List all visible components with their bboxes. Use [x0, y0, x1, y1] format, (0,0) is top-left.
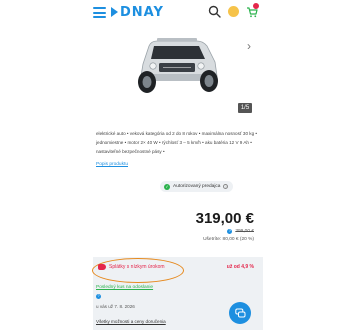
- check-icon: ✓: [164, 183, 170, 190]
- product-description-link[interactable]: Popis produktu: [96, 162, 128, 167]
- gallery-counter: 1/5: [238, 103, 252, 113]
- price-current: 319,00 €: [195, 210, 254, 227]
- piggy-bank-icon: [98, 264, 106, 270]
- price-savings: Ušetríte: 80,00 € (20 %): [203, 237, 254, 242]
- delivery-options-link[interactable]: Všetky možnosti a ceny doručenia: [96, 319, 166, 324]
- chat-button[interactable]: [229, 302, 251, 324]
- installments-link[interactable]: Splátky s nízkym úrokom: [109, 264, 165, 270]
- menu-icon[interactable]: [93, 7, 106, 18]
- logo[interactable]: DNAY: [111, 4, 164, 21]
- logo-text: DNAY: [120, 5, 164, 20]
- logo-arrow-icon: [111, 6, 118, 17]
- product-image: [138, 38, 218, 93]
- product-description: elektrické auto • veková kategória od 2 …: [96, 131, 258, 155]
- search-icon[interactable]: [208, 5, 221, 18]
- info-icon[interactable]: i: [223, 184, 229, 189]
- chat-icon: [234, 308, 245, 317]
- highlight-oval: [92, 258, 184, 283]
- cart-badge: [253, 3, 259, 9]
- installments-rate: už od 4,9 %: [226, 264, 254, 270]
- stock-status-link[interactable]: Posledný kus na odoslanie: [96, 285, 153, 290]
- price-old: 399,00 €: [235, 229, 254, 234]
- gallery-next-button[interactable]: ›: [247, 40, 255, 52]
- old-price-row: ? 399,00 €: [227, 229, 254, 234]
- delivery-date: u vás už 7. 8. 2026: [96, 304, 135, 309]
- info-icon[interactable]: ?: [96, 294, 101, 299]
- authorized-seller-label: Autorizovaný predajca: [173, 184, 221, 189]
- smile-icon[interactable]: [228, 6, 239, 17]
- top-header: DNAY: [0, 0, 351, 26]
- info-icon[interactable]: ?: [227, 229, 233, 234]
- authorized-seller-badge[interactable]: ✓ Autorizovaný predajca i: [160, 181, 234, 192]
